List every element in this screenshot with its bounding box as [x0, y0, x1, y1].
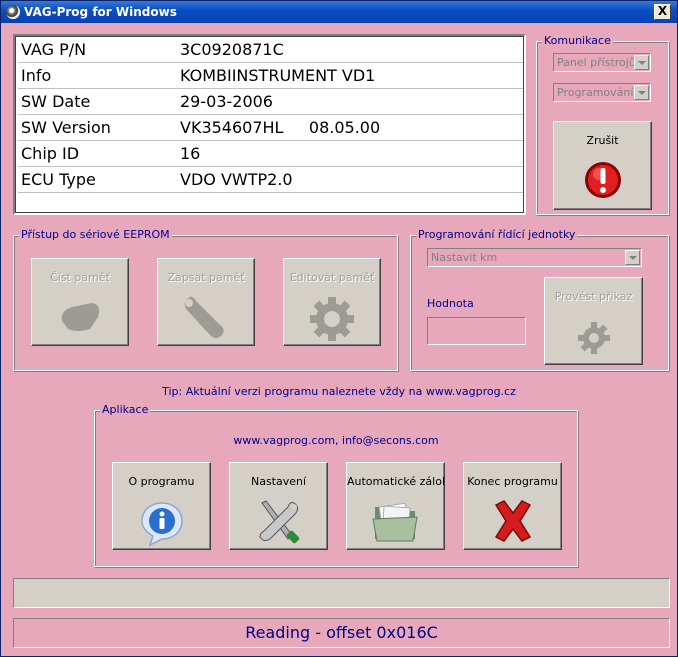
tools-icon	[258, 500, 299, 544]
value-input[interactable]	[427, 317, 526, 345]
value-label: Hodnota	[427, 297, 474, 310]
main-window: VAG-Prog for Windows X VAG P/N 3C0920871…	[0, 0, 678, 657]
title-bar[interactable]: VAG-Prog for Windows X	[1, 1, 677, 23]
info-key: SW Version	[21, 118, 111, 137]
device-select[interactable]: Panel přístrojů	[553, 53, 651, 72]
command-select-value: Nastavit km	[431, 251, 498, 264]
exit-program-button-label: Konec programu	[467, 475, 558, 488]
info-key: SW Date	[21, 92, 91, 111]
auto-backup-button[interactable]: Automatické zálohy	[346, 462, 445, 550]
info-key: Info	[21, 66, 52, 85]
close-button[interactable]: X	[654, 4, 671, 20]
info-key: VAG P/N	[21, 40, 87, 59]
chevron-down-icon[interactable]	[634, 55, 649, 70]
progress-bar	[13, 578, 670, 608]
cancel-button[interactable]: Zrušit	[553, 121, 652, 210]
read-memory-label: Číst paměť	[50, 271, 110, 284]
communication-group: Komunikace Panel přístrojů Programování …	[536, 34, 669, 215]
eeprom-group: Přístup do sériové EEPROM Číst paměť Zap…	[13, 228, 398, 371]
info-row: VAG P/N 3C0920871C	[18, 37, 523, 63]
info-value: VDO VWTP2.0	[180, 170, 293, 189]
info-value: 16	[180, 144, 201, 163]
about-button-label: O programu	[128, 475, 195, 488]
gear-icon	[577, 322, 610, 354]
window-title: VAG-Prog for Windows	[24, 5, 177, 19]
info-icon	[140, 502, 183, 547]
about-button[interactable]: O programu	[112, 462, 211, 550]
read-memory-button[interactable]: Číst paměť	[31, 258, 129, 346]
info-row: Info KOMBIINSTRUMENT VD1	[18, 63, 523, 89]
close-icon	[494, 500, 531, 542]
settings-button-label: Nastavení	[250, 475, 307, 488]
stop-icon	[584, 162, 621, 198]
eeprom-legend: Přístup do sériové EEPROM	[19, 228, 172, 241]
app-icon	[6, 5, 20, 19]
info-value: KOMBIINSTRUMENT VD1	[180, 66, 376, 85]
settings-button[interactable]: Nastavení	[229, 462, 328, 550]
communication-legend: Komunikace	[542, 34, 613, 47]
cancel-button-label: Zrušit	[586, 134, 619, 147]
ecu-info-panel: VAG P/N 3C0920871C Info KOMBIINSTRUMENT …	[13, 34, 526, 215]
execute-command-button[interactable]: Provést příkaz	[544, 277, 643, 365]
info-row: ECU Type VDO VWTP2.0	[18, 167, 523, 193]
info-value: VK354607HL 08.05.00	[180, 118, 381, 137]
edit-memory-button[interactable]: Editovat paměť	[283, 258, 381, 346]
info-key: Chip ID	[21, 144, 80, 163]
write-memory-button[interactable]: Zapsat paměť	[157, 258, 255, 346]
folder-icon	[371, 502, 418, 542]
chip-icon	[61, 303, 100, 331]
exit-program-button[interactable]: Konec programu	[463, 462, 562, 550]
info-row: Chip ID 16	[18, 141, 523, 167]
command-select[interactable]: Nastavit km	[427, 248, 642, 267]
info-key: ECU Type	[21, 170, 96, 189]
execute-command-label: Provést příkaz	[554, 290, 633, 303]
device-select-value: Panel přístrojů	[557, 56, 636, 69]
tip-text: Tip: Aktuální verzi programu naleznete v…	[162, 385, 516, 398]
wrench-icon	[184, 296, 224, 338]
info-row: SW Version VK354607HL 08.05.00	[18, 115, 523, 141]
gear-icon	[310, 297, 354, 341]
mode-select-value: Programování	[557, 86, 634, 99]
info-value: 29-03-2006	[180, 92, 273, 111]
info-row: SW Date 29-03-2006	[18, 89, 523, 115]
info-value: 3C0920871C	[180, 40, 284, 59]
applications-legend: Aplikace	[100, 403, 151, 416]
chevron-down-icon[interactable]	[634, 85, 649, 100]
write-memory-label: Zapsat paměť	[167, 271, 245, 284]
edit-memory-label: Editovat paměť	[289, 271, 375, 284]
auto-backup-button-label: Automatické zálohy	[347, 475, 444, 488]
programming-group: Programování řídící jednotky Nastavit km…	[410, 228, 669, 371]
chevron-down-icon[interactable]	[625, 250, 640, 265]
programming-legend: Programování řídící jednotky	[416, 228, 578, 241]
contact-text: www.vagprog.com, info@secons.com	[233, 434, 439, 447]
status-bar: Reading - offset 0x016C	[13, 618, 670, 648]
mode-select[interactable]: Programování	[553, 83, 651, 102]
applications-group: Aplikace www.vagprog.com, info@secons.co…	[94, 403, 578, 567]
